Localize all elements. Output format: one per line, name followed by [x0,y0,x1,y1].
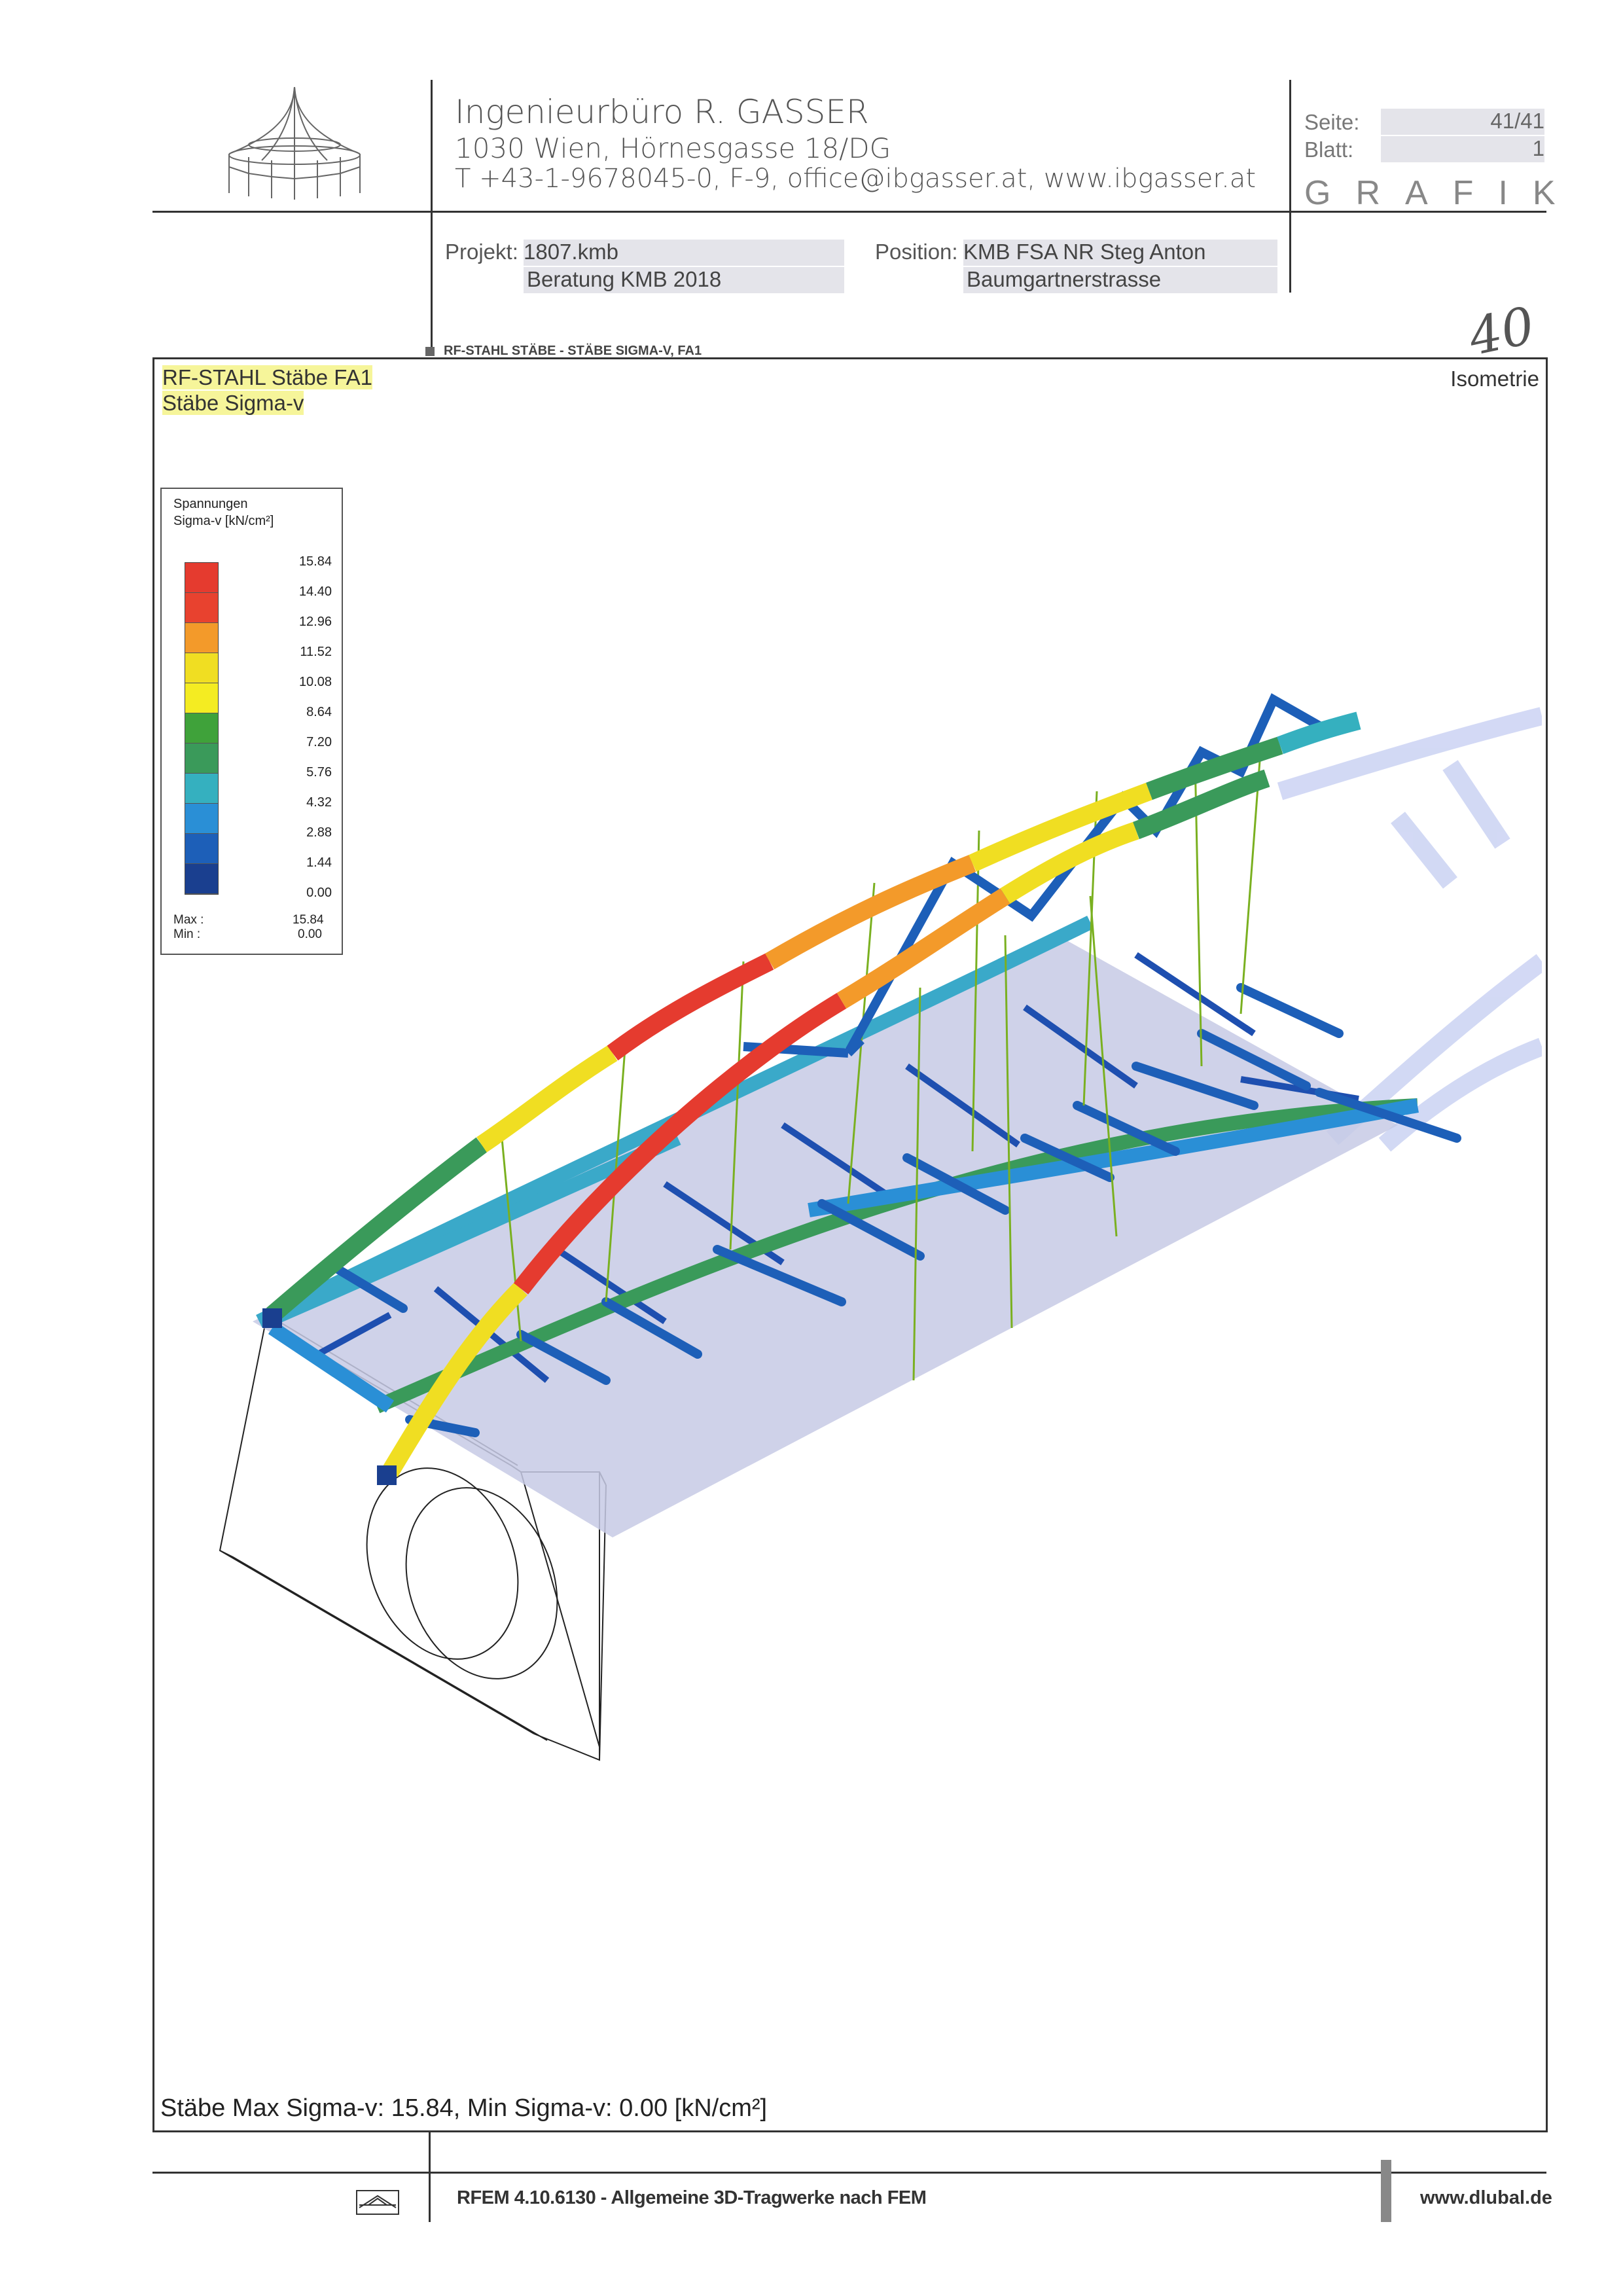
caption-marker-icon [425,347,435,356]
company-name: Ingenieurbüro R. GASSER [455,93,869,131]
blatt-label: Blatt: [1304,137,1354,162]
figure-summary: Stäbe Max Sigma-v: 15.84, Min Sigma-v: 0… [160,2094,768,2122]
company-contact: T +43-1-9678045-0, F-9, office@ibgasser.… [455,164,1257,194]
caption-tag: RF-STAHL STÄBE - STÄBE SIGMA-V, FA1 [444,344,702,358]
position-value-1: KMB FSA NR Steg Anton [963,240,1277,266]
dlubal-logo-icon [356,2190,399,2215]
projekt-value-2: Beratung KMB 2018 [524,267,844,293]
company-logo-icon [228,86,361,200]
seite-label: Seite: [1304,110,1360,134]
footer-separator-bar [1381,2160,1391,2222]
seite-value: 41/41 [1381,109,1544,135]
grafik-label: GRAFIK [1304,174,1580,212]
position-value-2: Baumgartnerstrasse [963,267,1277,293]
projekt-value-1: 1807.kmb [524,240,844,266]
footer-software: RFEM 4.10.6130 - Allgemeine 3D-Tragwerke… [457,2187,927,2208]
projekt-label: Projekt: [445,240,518,264]
bridge-model-rendering [219,693,1542,1761]
blatt-value: 1 [1381,136,1544,162]
company-address: 1030 Wien, Hörnesgasse 18/DG [455,132,891,164]
position-label: Position: [875,240,958,264]
footer-website: www.dlubal.de [1420,2187,1552,2208]
